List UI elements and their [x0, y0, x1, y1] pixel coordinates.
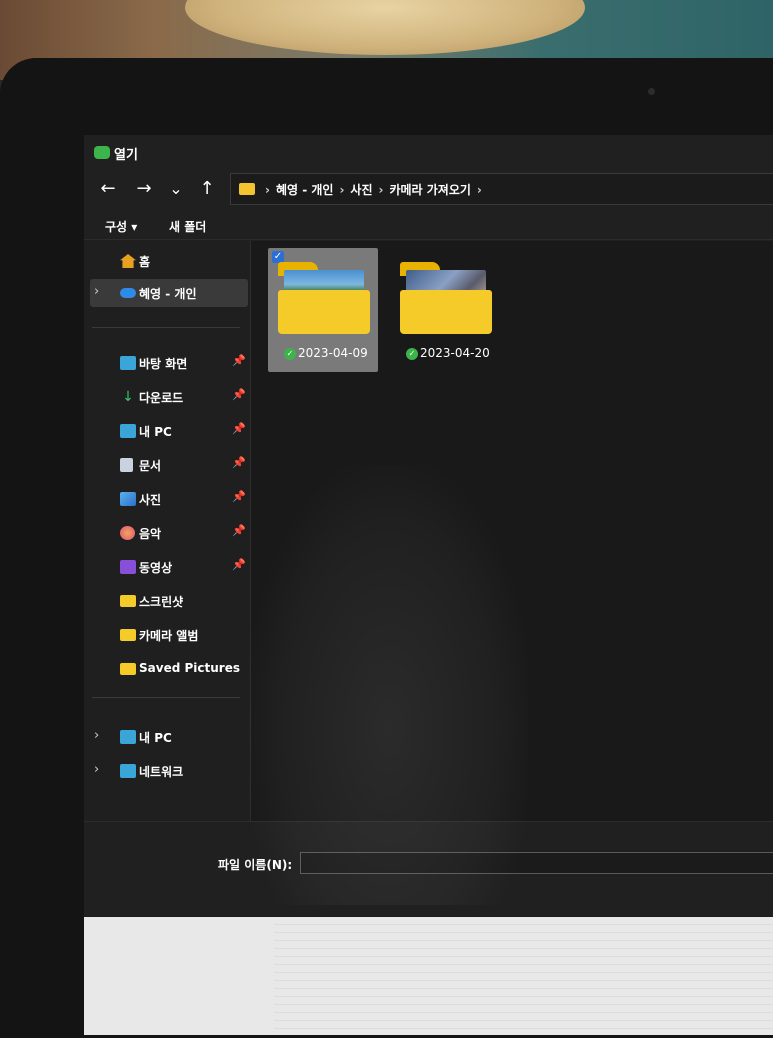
desk-surface: [84, 917, 773, 1035]
file-list: ✓ ✓ 2023-04-09 ✓ 2023-04-20: [251, 241, 773, 821]
organize-menu-button[interactable]: 구성 ▾: [105, 218, 137, 235]
home-icon: [120, 254, 136, 268]
chevron-right-icon[interactable]: ›: [94, 728, 99, 743]
network-icon: [120, 764, 136, 778]
desk-pattern: [274, 917, 773, 1035]
up-arrow-icon[interactable]: ↑: [195, 179, 219, 199]
breadcrumb-item-camera-import[interactable]: 카메라 가져오기: [389, 183, 470, 197]
breadcrumb-item-personal[interactable]: 혜영 - 개인: [276, 183, 334, 197]
sidebar-item-label: 혜영 - 개인: [139, 287, 197, 301]
navigation-pane: 홈 › 혜영 - 개인 바탕 화면 📌 ↓ 다운로드 📌 내 PC 📌 문서 📌…: [84, 241, 251, 821]
sidebar-item-personal-onedrive[interactable]: › 혜영 - 개인: [90, 279, 248, 307]
sidebar-divider: [92, 327, 240, 328]
sidebar-item-label: 스크린샷: [139, 595, 184, 609]
breadcrumb-item-pictures[interactable]: 사진: [350, 183, 372, 197]
sidebar-item-home[interactable]: 홈: [84, 247, 250, 275]
folder-name: 2023-04-09: [298, 346, 368, 360]
music-icon: [120, 526, 135, 540]
folder-item[interactable]: ✓ ✓ 2023-04-09: [268, 248, 378, 372]
download-icon: ↓: [122, 389, 134, 405]
back-arrow-icon[interactable]: ←: [96, 179, 120, 199]
address-bar[interactable]: › 혜영 - 개인 › 사진 › 카메라 가져오기 ›: [230, 173, 773, 205]
folder-icon: [120, 595, 136, 607]
pin-icon[interactable]: 📌: [232, 490, 246, 503]
sidebar-item-desktop[interactable]: 바탕 화면 📌: [84, 349, 250, 377]
document-icon: [120, 458, 133, 472]
chevron-right-icon[interactable]: ›: [94, 762, 99, 777]
sidebar-item-network[interactable]: › 네트워크: [84, 757, 250, 785]
video-icon: [120, 560, 136, 574]
folder-icon: [239, 183, 255, 195]
breadcrumb-separator[interactable]: ›: [339, 183, 344, 197]
pin-icon[interactable]: 📌: [232, 456, 246, 469]
title-bar: 열기: [84, 135, 773, 171]
sidebar-item-label: 다운로드: [139, 391, 184, 405]
folder-icon: [120, 629, 136, 641]
folder-icon: [400, 290, 492, 334]
sidebar-item-label: 문서: [139, 459, 162, 473]
breadcrumb-separator[interactable]: ›: [265, 183, 270, 197]
sidebar-item-camera-roll[interactable]: 카메라 앨범: [84, 621, 250, 649]
pin-icon[interactable]: 📌: [232, 524, 246, 537]
sidebar-item-pictures[interactable]: 사진 📌: [84, 485, 250, 513]
sidebar-item-music[interactable]: 음악 📌: [84, 519, 250, 547]
folder-icon: [278, 290, 370, 334]
sidebar-item-label: 동영상: [139, 561, 173, 575]
monitor-icon: [120, 424, 136, 438]
sidebar-item-screenshots[interactable]: 스크린샷: [84, 587, 250, 615]
recent-locations-chevron-icon[interactable]: ⌄: [164, 179, 188, 199]
sidebar-item-documents[interactable]: 문서 📌: [84, 451, 250, 479]
screen: 열기 ← → ⌄ ↑ › 혜영 - 개인 › 사진 › 카메라 가져오기 › 구성 ▾ 새 …: [84, 135, 773, 1035]
sidebar-item-label: 내 PC: [139, 425, 172, 439]
desktop-icon: [120, 356, 136, 370]
command-bar: 구성 ▾ 새 폴더: [84, 211, 773, 240]
pictures-icon: [120, 492, 136, 506]
dialog-footer: 파일 이름(N):: [84, 821, 773, 916]
sidebar-item-label: 바탕 화면: [139, 357, 188, 371]
open-file-dialog: 열기 ← → ⌄ ↑ › 혜영 - 개인 › 사진 › 카메라 가져오기 › 구성 ▾ 새 …: [84, 135, 773, 916]
new-folder-button[interactable]: 새 폴더: [169, 218, 206, 235]
synced-check-icon: ✓: [284, 348, 296, 360]
sidebar-item-label: Saved Pictures: [139, 661, 240, 675]
pin-icon[interactable]: 📌: [232, 388, 246, 401]
navigation-bar: ← → ⌄ ↑ › 혜영 - 개인 › 사진 › 카메라 가져오기 ›: [84, 171, 773, 209]
chevron-right-icon[interactable]: ›: [94, 284, 99, 299]
sidebar-item-label: 네트워크: [139, 765, 184, 779]
sidebar-item-downloads[interactable]: ↓ 다운로드 📌: [84, 383, 250, 411]
sidebar-item-this-pc[interactable]: 내 PC 📌: [84, 417, 250, 445]
sidebar-item-label: 홈: [139, 255, 151, 269]
breadcrumb-separator[interactable]: ›: [379, 183, 384, 197]
app-icon: [94, 146, 110, 159]
sidebar-item-videos[interactable]: 동영상 📌: [84, 553, 250, 581]
webcam: [648, 88, 655, 95]
synced-check-icon: ✓: [406, 348, 418, 360]
onedrive-cloud-icon: [120, 288, 136, 298]
filename-label: 파일 이름(N):: [218, 858, 293, 872]
sidebar-divider: [92, 697, 240, 698]
pin-icon[interactable]: 📌: [232, 558, 246, 571]
forward-arrow-icon[interactable]: →: [132, 179, 156, 199]
pin-icon[interactable]: 📌: [232, 354, 246, 367]
filename-input[interactable]: [300, 852, 773, 874]
sidebar-item-label: 음악: [139, 527, 162, 541]
monitor-icon: [120, 730, 136, 744]
sidebar-item-label: 사진: [139, 493, 162, 507]
folder-icon: [120, 663, 136, 675]
folder-item[interactable]: ✓ 2023-04-20: [390, 248, 500, 372]
pin-icon[interactable]: 📌: [232, 422, 246, 435]
breadcrumb: › 혜영 - 개인 › 사진 › 카메라 가져오기 ›: [259, 181, 488, 198]
sidebar-item-my-pc[interactable]: › 내 PC: [84, 723, 250, 751]
window-title: 열기: [114, 148, 138, 163]
breadcrumb-separator[interactable]: ›: [477, 183, 482, 197]
sidebar-item-label: 내 PC: [139, 731, 172, 745]
folder-name: 2023-04-20: [420, 346, 490, 360]
sidebar-item-saved-pictures[interactable]: Saved Pictures: [84, 655, 250, 683]
sidebar-item-label: 카메라 앨범: [139, 629, 199, 643]
